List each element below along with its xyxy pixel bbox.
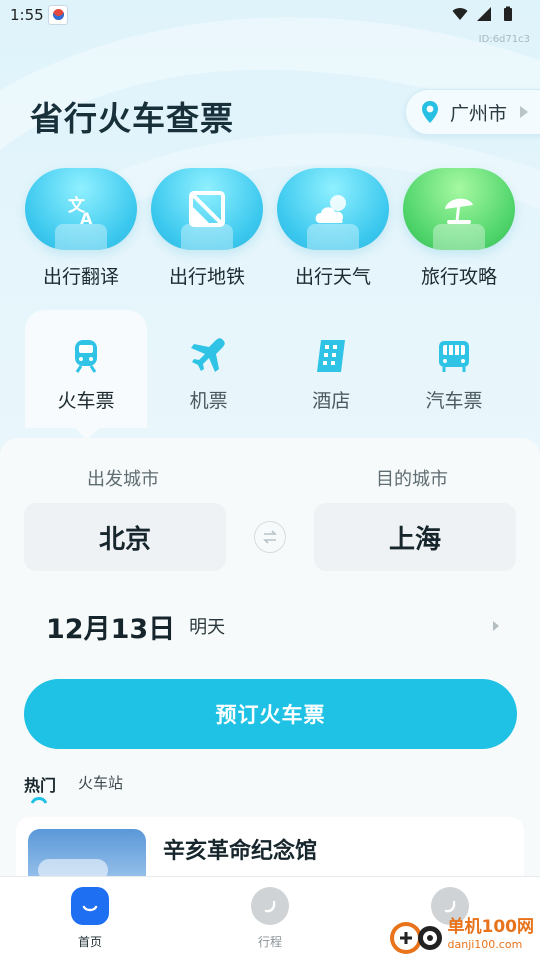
book-train-ticket-button[interactable]: 预订火车票	[24, 679, 517, 749]
watermark: 单机100网 danji100.com	[388, 912, 535, 956]
hotel-icon	[317, 340, 346, 372]
watermark-url: danji100.com	[447, 937, 523, 951]
battery-icon	[504, 6, 512, 21]
from-city-label: 出发城市	[87, 469, 159, 490]
nav-label: 首页	[77, 935, 102, 949]
weather-icon	[315, 195, 346, 223]
nav-label: 行程	[257, 935, 282, 949]
chevron-right-icon	[493, 621, 499, 631]
attraction-title: 辛亥革命纪念馆	[163, 839, 318, 864]
plane-icon	[190, 338, 225, 372]
train-icon	[75, 340, 97, 373]
tab-train[interactable]: 火车票	[25, 310, 147, 440]
nav-home[interactable]: 首页	[50, 887, 130, 950]
tab-label: 酒店	[312, 390, 351, 412]
service-label: 旅行攻略	[420, 266, 497, 288]
date-day-hint: 明天	[189, 617, 226, 638]
from-city-selector[interactable]: 北京	[24, 503, 226, 571]
tab-label: 机票	[189, 390, 228, 412]
status-time: 1:55	[10, 6, 44, 24]
svg-text:A: A	[80, 209, 93, 228]
service-metro[interactable]: 出行地铁	[151, 168, 263, 289]
sub-tab-hot[interactable]: 热门	[24, 772, 56, 796]
signal-icon	[477, 7, 491, 21]
swap-cities-button[interactable]	[254, 521, 286, 553]
current-city: 广州市	[450, 102, 508, 125]
transport-tabs: 火车票 机票 酒店 汽车票	[25, 310, 515, 440]
watermark-text: 单机100网	[447, 916, 535, 937]
home-icon	[71, 887, 109, 925]
tab-bus[interactable]: 汽车票	[393, 310, 515, 428]
bus-icon	[438, 341, 469, 372]
active-tab-indicator	[31, 797, 47, 804]
quick-services: 文 A 出行翻译 出行地铁 出行天气 旅行攻略	[25, 168, 515, 289]
service-translate[interactable]: 文 A 出行翻译	[25, 168, 137, 289]
service-label: 出行地铁	[168, 266, 245, 288]
app-title: 省行火车查票	[30, 99, 234, 138]
service-label: 出行翻译	[42, 266, 119, 288]
to-city-label: 目的城市	[376, 469, 448, 490]
app-notification-icon	[48, 5, 68, 25]
travel-guide-icon	[445, 198, 473, 224]
trip-icon	[251, 887, 289, 925]
tab-label: 火车票	[57, 390, 115, 412]
service-weather[interactable]: 出行天气	[277, 168, 389, 289]
city-selector[interactable]: 广州市	[405, 89, 540, 135]
recommend-tabs: 热门 火车站	[24, 772, 123, 796]
metro-icon	[189, 191, 225, 227]
to-city-selector[interactable]: 上海	[314, 503, 516, 571]
location-pin-icon	[422, 101, 438, 123]
service-travel-guide[interactable]: 旅行攻略	[403, 168, 515, 289]
tab-hotel[interactable]: 酒店	[270, 310, 392, 428]
status-bar: 1:55	[0, 0, 540, 30]
tab-flight[interactable]: 机票	[148, 310, 270, 428]
date-selector[interactable]: 12月13日 明天	[46, 604, 506, 648]
swap-icon	[263, 530, 277, 544]
watermark-logo-icon	[389, 922, 442, 954]
nav-trips[interactable]: 行程	[230, 887, 310, 950]
device-id-label: ID:6d71c3	[478, 34, 530, 45]
wifi-icon	[452, 8, 468, 20]
tab-label: 汽车票	[425, 390, 483, 412]
chevron-right-icon	[520, 106, 529, 118]
sub-tab-station[interactable]: 火车站	[78, 772, 123, 796]
translate-icon: 文 A	[68, 195, 93, 228]
departure-date: 12月13日	[46, 613, 176, 645]
service-label: 出行天气	[294, 266, 371, 288]
